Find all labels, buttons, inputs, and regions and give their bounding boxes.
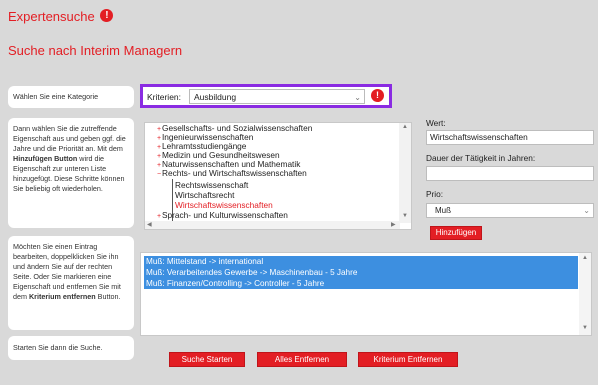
scroll-up-icon[interactable]: ▲ (582, 255, 588, 261)
add-button[interactable]: Hinzufügen (430, 226, 482, 240)
chevron-down-icon: ⌄ (354, 93, 361, 102)
wert-label: Wert: (426, 118, 446, 128)
expert-search-page: Expertensuche ! Suche nach Interim Manag… (0, 0, 598, 385)
tree-item-label: Rechts- und Wirtschaftswissenschaften (162, 168, 307, 178)
prio-select[interactable]: Muß ⌄ (426, 203, 594, 218)
dauer-label: Dauer der Tätigkeit in Jahren: (426, 153, 536, 163)
tree-item-label: Sprach- und Kulturwissenschaften (162, 210, 288, 220)
step-2-instruction: Dann wählen Sie die zutreffende Eigensch… (8, 118, 134, 228)
tree-item[interactable]: −Rechts- und Wirtschaftswissenschaften (157, 168, 307, 178)
scroll-up-icon[interactable]: ▲ (402, 124, 408, 130)
criteria-selector-box: Kriterien: Ausbildung ⌄ ! (140, 84, 392, 108)
step-3-text-bold: Kriterium entfernen (28, 292, 96, 302)
tree-horizontal-scrollbar[interactable]: ◀ ▶ (145, 221, 400, 229)
result-row[interactable]: Muß: Finanzen/Controlling -> Controller … (144, 278, 578, 289)
result-row[interactable]: Muß: Mittelstand -> international (144, 256, 578, 267)
wert-input[interactable]: Wirtschaftswissenschaften (426, 130, 594, 145)
criteria-results-list[interactable]: Muß: Mittelstand -> international Muß: V… (140, 252, 592, 336)
remove-all-button[interactable]: Alles Entfernen (257, 352, 347, 367)
remove-criterion-button[interactable]: Kriterium Entfernen (358, 352, 458, 367)
step-2-text-a: Dann wählen Sie die zutreffende Eigensch… (13, 124, 126, 154)
step-1-text: Wählen Sie eine Kategorie (13, 92, 99, 101)
scroll-down-icon[interactable]: ▼ (402, 213, 408, 219)
page-title: Expertensuche ! (8, 9, 114, 24)
category-tree[interactable]: +Gesellschafts- und Sozialwissenschaften… (144, 122, 412, 230)
tree-item[interactable]: +Sprach- und Kulturwissenschaften (157, 210, 288, 220)
chevron-down-icon: ⌄ (583, 206, 590, 215)
step-2-text-bold: Hinzufügen Button (13, 154, 78, 164)
results-vertical-scrollbar[interactable]: ▲ ▼ (579, 253, 591, 335)
info-icon[interactable]: ! (100, 9, 114, 22)
tree-vertical-scrollbar[interactable]: ▲ ▼ (399, 123, 411, 223)
dauer-input[interactable] (426, 166, 594, 181)
tree-child-item-selected[interactable]: Wirtschaftswissenschaften (175, 200, 273, 210)
scroll-down-icon[interactable]: ▼ (582, 325, 588, 331)
criteria-label: Kriterien: (147, 92, 182, 102)
step-4-text: Starten Sie dann die Suche. (13, 343, 103, 352)
result-row[interactable]: Muß: Verarbeitendes Gewerbe -> Maschinen… (144, 267, 578, 278)
tree-child-item[interactable]: Wirtschaftsrecht (175, 190, 234, 200)
page-subtitle: Suche nach Interim Managern (8, 43, 183, 58)
step-1-instruction: Wählen Sie eine Kategorie (8, 86, 134, 108)
scroll-right-icon[interactable]: ▶ (391, 221, 396, 228)
prio-label: Prio: (426, 189, 444, 199)
step-3-text-b: Button. (95, 292, 121, 302)
step-4-instruction: Starten Sie dann die Suche. (8, 336, 134, 360)
start-search-button[interactable]: Suche Starten (169, 352, 245, 367)
step-3-instruction: Möchten Sie einen Eintrag bearbeiten, do… (8, 236, 134, 330)
tree-child-item[interactable]: Rechtswissenschaft (175, 180, 248, 190)
page-title-text: Expertensuche (8, 9, 95, 24)
criteria-selected-value: Ausbildung (194, 92, 237, 102)
criteria-select[interactable]: Ausbildung ⌄ (189, 89, 365, 104)
criteria-info-icon[interactable]: ! (371, 89, 384, 102)
scroll-left-icon[interactable]: ◀ (147, 221, 152, 228)
prio-selected-value: Muß (435, 206, 451, 215)
